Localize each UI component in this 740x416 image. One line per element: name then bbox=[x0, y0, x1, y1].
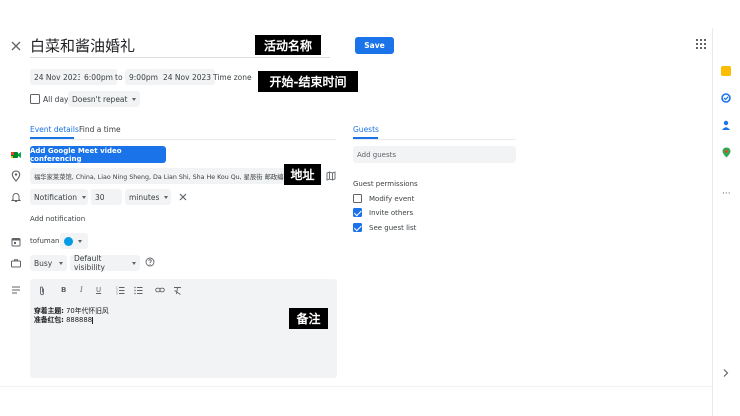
tab-guests[interactable]: Guests bbox=[353, 125, 379, 134]
location-pin-icon bbox=[10, 170, 22, 182]
end-time: 9:00pm bbox=[129, 72, 158, 82]
invite-others-checkbox[interactable] bbox=[353, 208, 362, 217]
description-line-2: 准备红包: 888888 bbox=[34, 314, 93, 324]
description-icon bbox=[10, 284, 22, 296]
attach-icon[interactable] bbox=[38, 286, 46, 298]
bullet-list-icon[interactable] bbox=[134, 286, 143, 297]
timezone-link[interactable]: Time zone bbox=[213, 73, 252, 82]
chevron-down-icon bbox=[82, 195, 87, 199]
calendar-color-swatch bbox=[64, 236, 73, 246]
chevron-down-icon bbox=[132, 97, 137, 101]
contacts-icon[interactable] bbox=[721, 120, 731, 130]
all-day-checkbox[interactable] bbox=[30, 94, 40, 104]
calendar-color-dropdown[interactable] bbox=[60, 233, 88, 249]
start-date-chip[interactable]: 24 Nov 2023 bbox=[30, 69, 87, 85]
visibility-value: Default visibility bbox=[74, 254, 105, 272]
perm-modify-event[interactable]: Modify event bbox=[353, 194, 414, 203]
annotation-datetime: 开始-结束时间 bbox=[258, 71, 358, 92]
notification-type: Notification bbox=[34, 192, 78, 202]
guest-permissions-title: Guest permissions bbox=[353, 180, 418, 188]
end-date-chip[interactable]: 24 Nov 2023 bbox=[159, 69, 216, 85]
bold-icon[interactable]: B bbox=[61, 286, 66, 294]
chevron-down-icon bbox=[78, 239, 82, 243]
notification-type-dropdown[interactable]: Notification bbox=[30, 189, 88, 205]
svg-text:3: 3 bbox=[116, 292, 118, 295]
annotation-notes: 备注 bbox=[289, 308, 328, 329]
tasks-icon[interactable] bbox=[721, 93, 731, 103]
notification-value-input[interactable]: 30 bbox=[91, 189, 122, 205]
add-guests-placeholder: Add guests bbox=[357, 150, 397, 159]
bottom-divider bbox=[0, 386, 712, 387]
to-label: to bbox=[115, 73, 123, 82]
see-guest-list-checkbox[interactable] bbox=[353, 223, 362, 232]
end-date: 24 Nov 2023 bbox=[163, 72, 212, 82]
text-cursor bbox=[92, 316, 93, 324]
notification-unit-dropdown[interactable]: minutes bbox=[125, 189, 171, 205]
chevron-down-icon bbox=[59, 261, 63, 265]
event-title-text: 白菜和酱油婚礼 bbox=[30, 37, 136, 55]
perm-see-guest-list[interactable]: See guest list bbox=[353, 223, 416, 232]
tab-event-details[interactable]: Event details bbox=[30, 125, 79, 134]
modify-event-checkbox[interactable] bbox=[353, 194, 362, 203]
guests-divider bbox=[353, 139, 516, 140]
start-time-chip[interactable]: 6:00pm bbox=[80, 69, 117, 85]
red-envelope-label: 准备红包: bbox=[34, 316, 64, 324]
location-text: 福华家莱菜馆, China, Liao Ning Sheng, Da Lian … bbox=[34, 173, 290, 181]
notification-unit: minutes bbox=[129, 192, 160, 202]
modify-event-label: Modify event bbox=[369, 194, 415, 203]
chevron-right-icon[interactable] bbox=[722, 368, 730, 378]
keep-icon[interactable] bbox=[721, 66, 731, 76]
all-day-label: All day bbox=[43, 95, 69, 104]
remove-notification-icon[interactable] bbox=[179, 193, 187, 201]
numbered-list-icon[interactable]: 123 bbox=[116, 286, 125, 297]
underline-icon[interactable]: U bbox=[96, 286, 101, 294]
add-meet-button[interactable]: Add Google Meet video conferencing bbox=[30, 146, 166, 163]
bell-icon bbox=[10, 191, 22, 203]
add-guests-input[interactable]: Add guests bbox=[353, 146, 516, 163]
repeat-dropdown[interactable]: Doesn't repeat bbox=[68, 91, 141, 107]
link-icon[interactable] bbox=[155, 286, 165, 296]
start-time: 6:00pm bbox=[84, 72, 113, 82]
tabs-divider bbox=[30, 139, 336, 140]
close-icon[interactable] bbox=[8, 38, 24, 54]
repeat-value: Doesn't repeat bbox=[72, 94, 128, 104]
map-icon[interactable] bbox=[326, 171, 336, 181]
calendar-icon bbox=[10, 236, 22, 248]
italic-icon[interactable]: I bbox=[80, 286, 83, 294]
side-panel-divider bbox=[712, 28, 713, 416]
add-notification-link[interactable]: Add notification bbox=[30, 215, 85, 223]
red-envelope-value: 888888 bbox=[66, 316, 93, 324]
briefcase-icon bbox=[10, 257, 22, 269]
tab-find-time[interactable]: Find a time bbox=[79, 125, 121, 134]
invite-others-label: Invite others bbox=[369, 208, 414, 217]
clear-formatting-icon[interactable] bbox=[173, 286, 182, 297]
end-time-chip[interactable]: 9:00pm bbox=[125, 69, 162, 85]
apps-grid-icon[interactable] bbox=[695, 38, 707, 50]
calendar-owner: tofuman bbox=[30, 237, 60, 245]
busy-dropdown[interactable]: Busy bbox=[30, 255, 67, 271]
save-button[interactable]: Save bbox=[355, 37, 394, 54]
maps-icon[interactable] bbox=[722, 147, 731, 158]
busy-value: Busy bbox=[34, 258, 53, 268]
help-icon[interactable] bbox=[145, 257, 155, 267]
see-guest-list-label: See guest list bbox=[369, 223, 417, 232]
annotation-location: 地址 bbox=[284, 164, 321, 185]
notification-value: 30 bbox=[95, 192, 105, 202]
perm-invite-others[interactable]: Invite others bbox=[353, 208, 413, 217]
google-meet-icon bbox=[10, 149, 22, 161]
location-input[interactable]: 福华家莱菜馆, China, Liao Ning Sheng, Da Lian … bbox=[30, 168, 322, 184]
more-horizontal-icon[interactable]: ··· bbox=[722, 190, 732, 199]
chevron-down-icon bbox=[132, 261, 136, 265]
annotation-title: 活动名称 bbox=[255, 35, 321, 55]
start-date: 24 Nov 2023 bbox=[34, 72, 83, 82]
visibility-dropdown[interactable]: Default visibility bbox=[70, 254, 140, 272]
chevron-down-icon bbox=[164, 195, 169, 199]
